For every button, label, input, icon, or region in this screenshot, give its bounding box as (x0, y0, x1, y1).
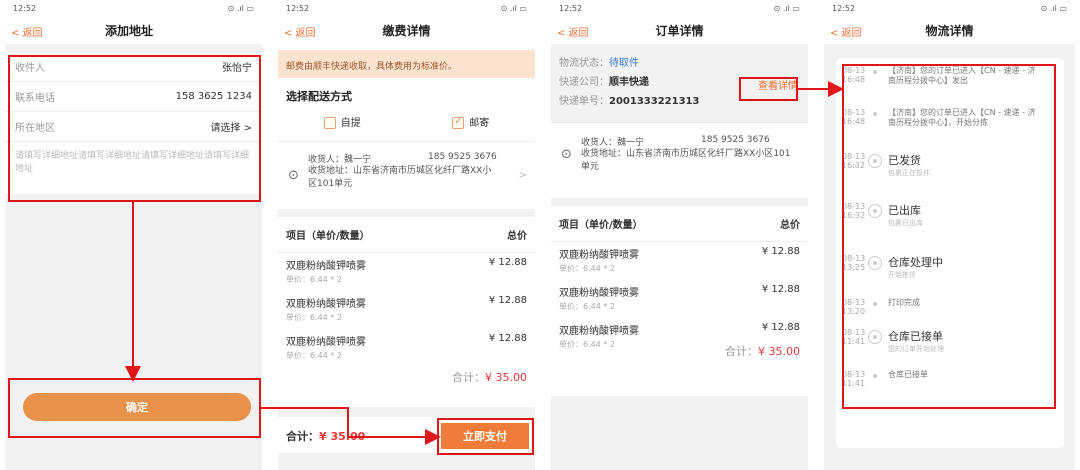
flow-arrows (125, 81, 844, 445)
flow-diagram: 12:52 ⊙ .ıl ▭ < 返回 添加地址 收件人 张怡宁 联系电话 158 36… (0, 0, 1080, 470)
arrow-confirm-to-pay (261, 407, 441, 445)
